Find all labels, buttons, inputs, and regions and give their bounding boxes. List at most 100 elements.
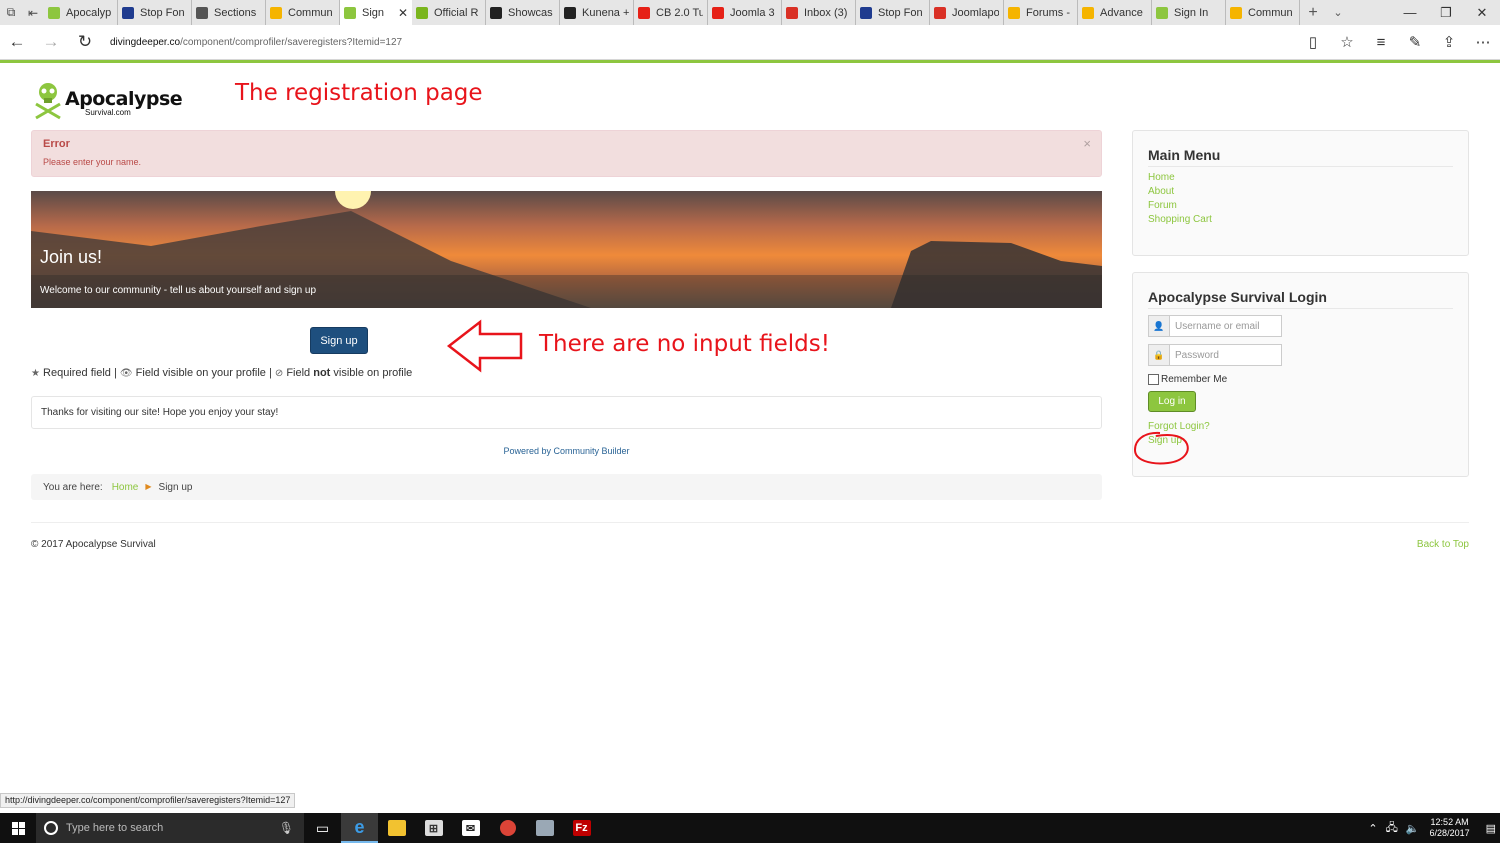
clock-date: 6/28/2017	[1429, 828, 1470, 838]
tab-preview-icon[interactable]: ⇤	[22, 0, 44, 25]
tab-favicon-icon	[196, 6, 208, 19]
breadcrumb-home-link[interactable]: Home	[112, 482, 139, 493]
tray-chevron-icon[interactable]: ⌃	[1368, 822, 1377, 835]
refresh-icon[interactable]: ↻	[68, 32, 102, 52]
browser-tab[interactable]: Showcas	[486, 0, 560, 25]
browser-tab[interactable]: Sign ✕	[340, 0, 412, 25]
tab-title: Joomla 3	[730, 6, 775, 19]
start-button[interactable]	[0, 813, 36, 843]
restore-icon[interactable]: ❐	[1428, 5, 1464, 21]
browser-tab[interactable]: Forums -	[1004, 0, 1078, 25]
remember-me: Remember Me	[1148, 374, 1227, 385]
cortana-icon	[44, 821, 58, 835]
password-field: 🔒	[1148, 344, 1282, 366]
annotation-registration-page: The registration page	[235, 80, 483, 106]
browser-tab[interactable]: Joomlapo	[930, 0, 1004, 25]
browser-tab[interactable]: Advance	[1078, 0, 1152, 25]
tab-favicon-icon	[1230, 6, 1242, 19]
edge-browser-icon[interactable]: e	[341, 813, 378, 843]
legend-visible: Field visible on your profile	[135, 367, 266, 379]
mail-icon[interactable]: ✉	[452, 813, 489, 843]
tab-set-aside-icon[interactable]: ⧉	[0, 0, 22, 25]
action-center-icon[interactable]: ▤	[1486, 822, 1496, 835]
browser-tab[interactable]: Commun	[1226, 0, 1300, 25]
new-tab-icon[interactable]: +	[1300, 4, 1326, 22]
file-explorer-icon[interactable]	[378, 813, 415, 843]
web-note-icon[interactable]: ✎	[1398, 33, 1432, 51]
browser-tab[interactable]: Kunena +	[560, 0, 634, 25]
tab-favicon-icon	[416, 6, 428, 19]
tab-close-icon[interactable]: ✕	[398, 6, 408, 20]
tab-preview-chevron-icon[interactable]: ⌄	[1326, 6, 1350, 19]
breadcrumb-current: Sign up	[158, 482, 193, 493]
system-clock[interactable]: 12:52 AM 6/28/2017	[1430, 817, 1470, 839]
tab-title: CB 2.0 Tu	[656, 6, 703, 19]
annotation-no-input-fields: There are no input fields!	[539, 331, 830, 357]
menu-item-home[interactable]: Home	[1148, 172, 1175, 183]
alert-close-icon[interactable]: ×	[1083, 136, 1091, 151]
logo-wordmark: Apocalypse	[65, 88, 183, 110]
tab-favicon-icon	[122, 6, 134, 19]
log-in-button[interactable]: Log in	[1148, 391, 1196, 412]
alert-message: Please enter your name.	[43, 157, 142, 167]
windows-logo-icon	[11, 821, 25, 835]
window-close-icon[interactable]: ✕	[1464, 5, 1500, 21]
browser-tab[interactable]: CB 2.0 Tu	[634, 0, 708, 25]
hub-icon[interactable]: ≡	[1364, 34, 1398, 51]
url-field[interactable]: divingdeeper.co/component/comprofiler/sa…	[110, 37, 1260, 48]
username-input[interactable]	[1170, 316, 1280, 336]
filezilla-icon[interactable]: Fz	[563, 813, 600, 843]
main-menu-module: Main Menu Home About Forum Shopping Cart	[1132, 130, 1469, 256]
tab-title: Forums -	[1026, 6, 1070, 19]
chrome-icon[interactable]	[489, 813, 526, 843]
tab-favicon-icon	[860, 6, 872, 19]
browser-tab[interactable]: Stop Fon	[856, 0, 930, 25]
username-field: 👤	[1148, 315, 1282, 337]
favorite-star-icon[interactable]: ☆	[1330, 33, 1364, 51]
back-to-top-link[interactable]: Back to Top	[1417, 539, 1469, 550]
tab-favicon-icon	[1156, 6, 1168, 19]
tab-title: Stop Fon	[140, 6, 185, 19]
windows-taskbar: Type here to search 🎙 ▭ e ⊞ ✉ Fz ⌃ 🖧 🔈 1…	[0, 813, 1500, 843]
site-logo[interactable]: Apocalypse Survival.com	[31, 78, 183, 122]
task-view-icon[interactable]: ▭	[304, 813, 341, 843]
main-menu-title: Main Menu	[1148, 147, 1221, 163]
url-host: divingdeeper.co	[110, 36, 181, 48]
footer-copyright: © 2017 Apocalypse Survival	[31, 539, 156, 550]
hero-subtitle: Welcome to our community - tell us about…	[40, 285, 317, 296]
password-input[interactable]	[1170, 345, 1280, 365]
sign-up-button[interactable]: Sign up	[310, 327, 368, 354]
share-icon[interactable]: ⇪	[1432, 33, 1466, 51]
browser-tab[interactable]: Inbox (3)	[782, 0, 856, 25]
tab-title: Official R	[434, 6, 479, 19]
remember-me-checkbox[interactable]	[1148, 374, 1159, 385]
tab-title: Sign	[362, 6, 385, 19]
browser-tab[interactable]: Stop Fon	[118, 0, 192, 25]
browser-tab[interactable]: Sections	[192, 0, 266, 25]
store-icon[interactable]: ⊞	[415, 813, 452, 843]
forward-arrow-icon[interactable]: →	[34, 32, 68, 52]
microphone-icon[interactable]: 🎙	[279, 821, 294, 835]
browser-tab[interactable]: Sign In	[1152, 0, 1226, 25]
volume-icon[interactable]: 🔈	[1406, 822, 1420, 835]
remote-desktop-icon[interactable]	[526, 813, 563, 843]
legend-not: not	[313, 367, 331, 379]
menu-item-shopping-cart[interactable]: Shopping Cart	[1148, 214, 1212, 225]
back-arrow-icon[interactable]: ←	[0, 32, 34, 52]
user-icon: 👤	[1149, 316, 1170, 336]
menu-item-forum[interactable]: Forum	[1148, 200, 1177, 211]
taskbar-search[interactable]: Type here to search 🎙	[36, 813, 304, 843]
more-icon[interactable]: ⋯	[1466, 33, 1500, 51]
minimize-icon[interactable]: —	[1392, 5, 1428, 21]
powered-by-link[interactable]: Powered by Community Builder	[31, 446, 1102, 456]
menu-item-about[interactable]: About	[1148, 186, 1174, 197]
network-icon[interactable]: 🖧	[1386, 819, 1398, 838]
remember-me-label: Remember Me	[1161, 374, 1228, 385]
tab-title: Advance	[1100, 6, 1143, 19]
browser-tab[interactable]: Official R	[412, 0, 486, 25]
browser-tab[interactable]: Joomla 3	[708, 0, 782, 25]
browser-tab-strip: ⧉ ⇤ Apocalyp Stop Fon Sections Commun Sign ✕ O…	[0, 0, 1500, 25]
reading-view-icon[interactable]: ▯	[1296, 33, 1330, 51]
browser-tab[interactable]: Apocalyp	[44, 0, 118, 25]
browser-tab[interactable]: Commun	[266, 0, 340, 25]
